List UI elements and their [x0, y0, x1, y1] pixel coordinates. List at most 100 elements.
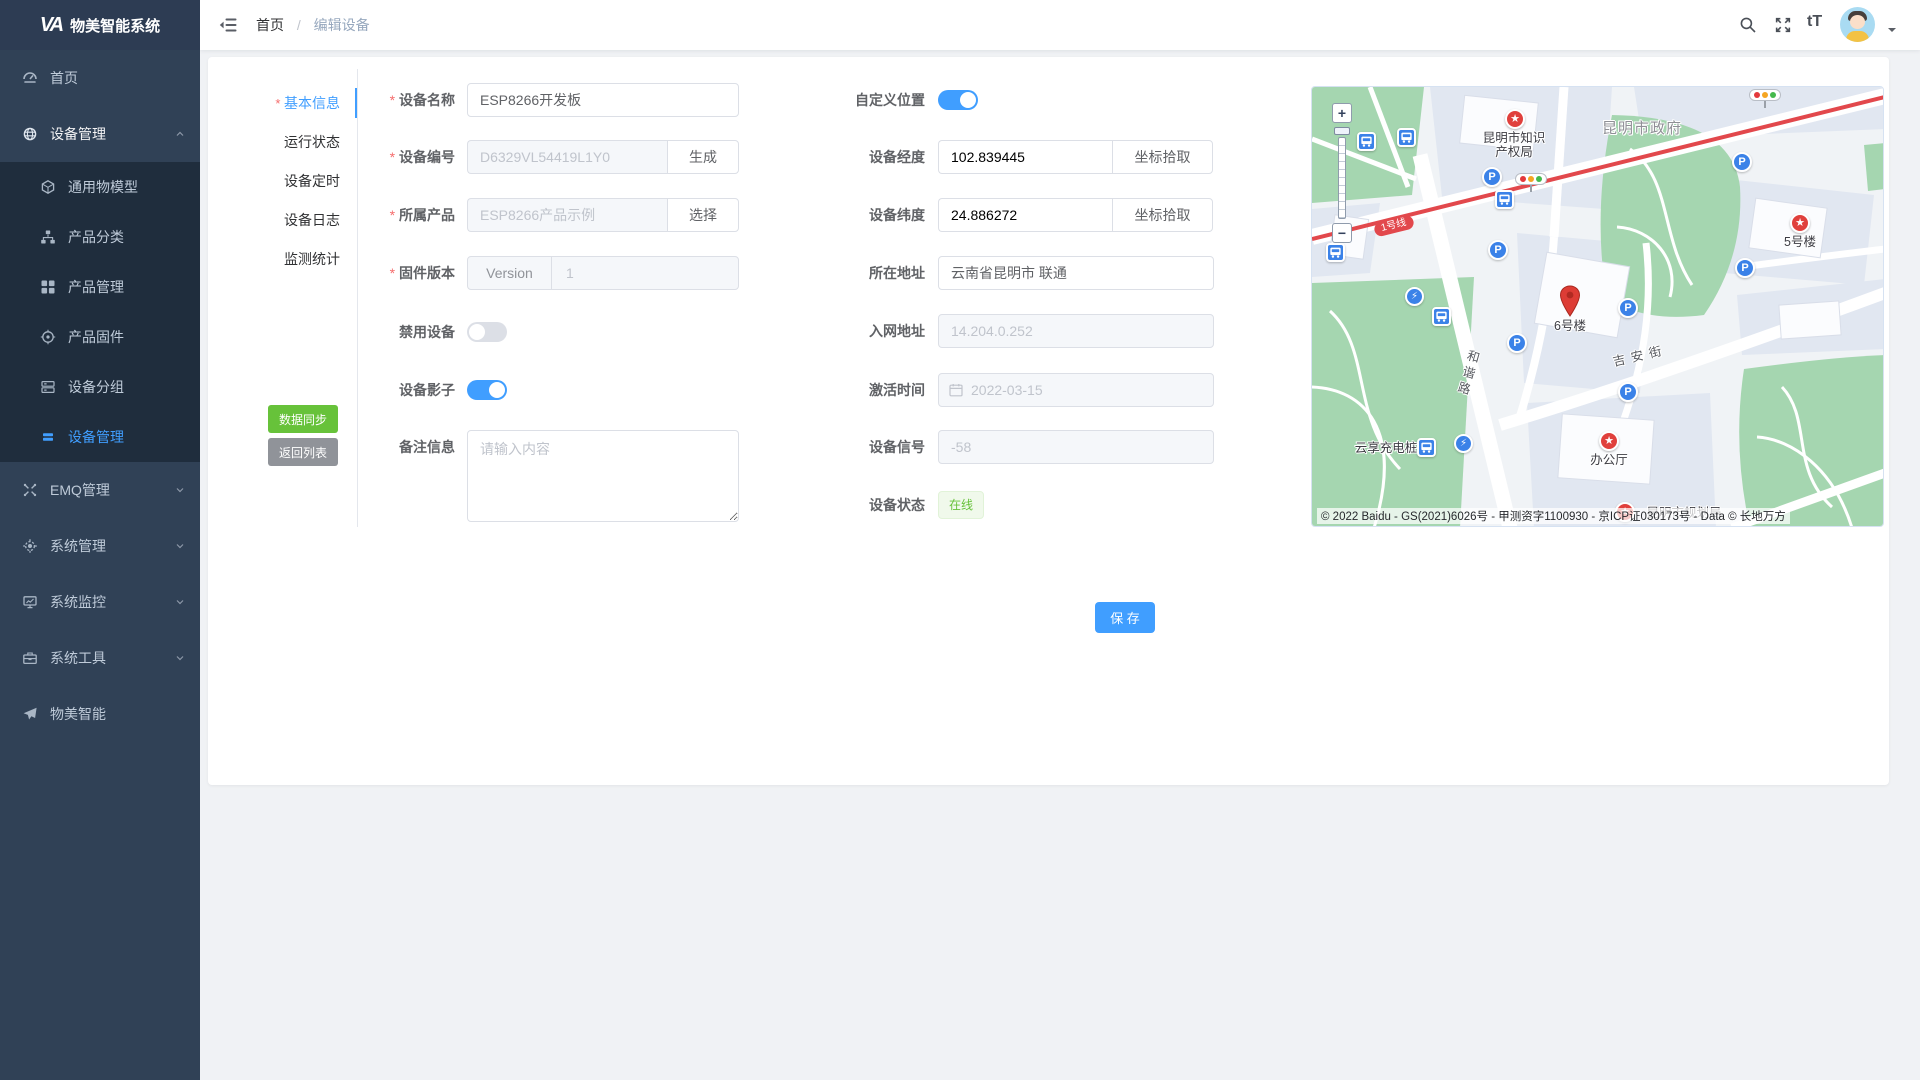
custom-location-toggle[interactable]: [938, 90, 978, 110]
map-zoom-out-button[interactable]: −: [1332, 223, 1352, 243]
latitude-input[interactable]: [938, 198, 1112, 232]
sidebar-item-label: 设备分组: [68, 362, 124, 412]
device-name-input[interactable]: [467, 83, 739, 117]
toggle-knob: [469, 324, 485, 340]
latitude-label: 设备纬度: [825, 198, 925, 232]
sidebar-fold-icon[interactable]: [219, 17, 237, 33]
breadcrumb-current: 编辑设备: [314, 17, 370, 33]
sidebar-item-label: 产品分类: [68, 212, 124, 262]
sidebar-item-emq[interactable]: EMQ管理: [0, 462, 200, 518]
monitor-icon: [22, 594, 38, 610]
activation-time-value: 2022-03-15: [971, 382, 1043, 398]
firmware-prefix: Version: [468, 257, 552, 289]
gear-icon: [22, 538, 38, 554]
map-zoom-track[interactable]: [1338, 137, 1346, 219]
target-icon: [40, 329, 56, 345]
tab-device-timer[interactable]: 设备定时: [208, 162, 340, 201]
sidebar-item-label: 首页: [50, 50, 78, 106]
disable-device-toggle[interactable]: [467, 322, 507, 342]
sidebar-item-system-monitor[interactable]: 系统监控: [0, 574, 200, 630]
bars-icon: [40, 429, 56, 445]
poi-star-icon: ★: [1790, 213, 1810, 233]
poi-label-building5: 5号楼: [1770, 235, 1830, 249]
tab-basic-info[interactable]: 基本信息: [208, 84, 340, 123]
product-group: 选择: [467, 198, 739, 232]
pick-coordinate-button[interactable]: 坐标拾取: [1112, 140, 1213, 174]
data-sync-button[interactable]: 数据同步: [268, 405, 338, 433]
toggle-knob: [489, 382, 505, 398]
device-shadow-toggle[interactable]: [467, 380, 507, 400]
sidebar-item-home[interactable]: 首页: [0, 50, 200, 106]
logo-icon: VA: [40, 14, 62, 37]
traffic-light-icon: [1515, 173, 1547, 192]
breadcrumb-separator: /: [297, 17, 301, 33]
activation-time-field: 2022-03-15: [938, 373, 1214, 407]
app-logo[interactable]: VA 物美智能系统: [0, 0, 200, 50]
edit-device-card: 基本信息 运行状态 设备定时 设备日志 监测统计 数据同步 返回列表 设备名称 …: [208, 57, 1889, 785]
sidebar-item-device-management[interactable]: 设备管理: [0, 106, 200, 162]
sidebar-item-system-tools[interactable]: 系统工具: [0, 630, 200, 686]
tab-device-log[interactable]: 设备日志: [208, 201, 340, 240]
sidebar-item-device-group[interactable]: 设备分组: [0, 362, 200, 412]
device-number-input: [467, 140, 667, 174]
firmware-label: 固件版本: [365, 256, 455, 290]
grid-icon: [40, 279, 56, 295]
sidebar-submenu-device: 通用物模型 产品分类 产品管理 产品固件 设备分组 设备管理: [0, 162, 200, 462]
map-zoom-in-button[interactable]: +: [1332, 103, 1352, 123]
poi-star-icon: ★: [1599, 431, 1619, 451]
cube-icon: [40, 179, 56, 195]
device-location-pin[interactable]: [1558, 285, 1582, 317]
product-input: [467, 198, 667, 232]
status-badge: 在线: [938, 491, 984, 519]
longitude-input[interactable]: [938, 140, 1112, 174]
tab-run-status[interactable]: 运行状态: [208, 123, 340, 162]
poi-label-gov: 昆明市政府: [1602, 117, 1682, 138]
breadcrumb-home[interactable]: 首页: [256, 17, 284, 33]
map-attribution: © 2022 Baidu - GS(2021)6026号 - 甲测资字11009…: [1317, 508, 1790, 524]
sidebar-item-system-management[interactable]: 系统管理: [0, 518, 200, 574]
user-menu-caret-icon[interactable]: [1888, 28, 1896, 36]
poi-label-hall: 办公厅: [1579, 453, 1639, 467]
device-name-label: 设备名称: [365, 83, 455, 117]
map-zoom-slider-handle[interactable]: [1334, 127, 1350, 135]
ev-charging-icon: ⚡: [1405, 287, 1424, 306]
remark-textarea[interactable]: [467, 430, 739, 522]
sidebar-item-label: 系统管理: [50, 518, 106, 574]
baidu-map[interactable]: + − 1号线 P P P P P P P ⚡ ⚡: [1311, 86, 1884, 527]
sidebar-item-device-management-active[interactable]: 设备管理: [0, 412, 200, 462]
select-product-button[interactable]: 选择: [667, 198, 739, 232]
address-input[interactable]: [938, 256, 1214, 290]
ev-charging-icon: ⚡: [1454, 434, 1473, 453]
longitude-group: 坐标拾取: [938, 140, 1213, 174]
breadcrumb: 首页 / 编辑设备: [256, 0, 370, 50]
product-label: 所属产品: [365, 198, 455, 232]
sidebar: VA 物美智能系统 首页 设备管理 通用物模型 产品分类 产品管理: [0, 0, 200, 1080]
sidebar-item-product-management[interactable]: 产品管理: [0, 262, 200, 312]
avatar[interactable]: [1840, 7, 1875, 42]
sidebar-item-wumei-smart[interactable]: 物美智能: [0, 686, 200, 742]
fullscreen-icon[interactable]: [1774, 16, 1792, 34]
sidebar-item-product-category[interactable]: 产品分类: [0, 212, 200, 262]
sidebar-item-label: EMQ管理: [50, 462, 110, 518]
pick-coordinate-button[interactable]: 坐标拾取: [1112, 198, 1213, 232]
back-to-list-button[interactable]: 返回列表: [268, 438, 338, 466]
sidebar-item-product-firmware[interactable]: 产品固件: [0, 312, 200, 362]
save-button[interactable]: 保 存: [1095, 602, 1155, 633]
device-number-group: 生成: [467, 140, 739, 174]
sidebar-item-label: 系统工具: [50, 630, 106, 686]
metro-station-icon: [1326, 243, 1345, 262]
generate-button[interactable]: 生成: [667, 140, 739, 174]
calendar-icon: [949, 383, 963, 397]
tab-monitor-stats[interactable]: 监测统计: [208, 240, 340, 279]
font-size-icon[interactable]: tT: [1807, 13, 1822, 31]
poi-star-icon: ★: [1505, 109, 1525, 129]
chevron-down-icon: [174, 484, 186, 496]
sidebar-item-thing-model[interactable]: 通用物模型: [0, 162, 200, 212]
chevron-down-icon: [174, 596, 186, 608]
activation-time-label: 激活时间: [825, 373, 925, 407]
signal-label: 设备信号: [825, 430, 925, 464]
search-icon[interactable]: [1739, 16, 1757, 34]
traffic-light-icon: [1749, 89, 1781, 108]
disable-device-label: 禁用设备: [365, 315, 455, 349]
parking-icon: P: [1488, 240, 1508, 260]
